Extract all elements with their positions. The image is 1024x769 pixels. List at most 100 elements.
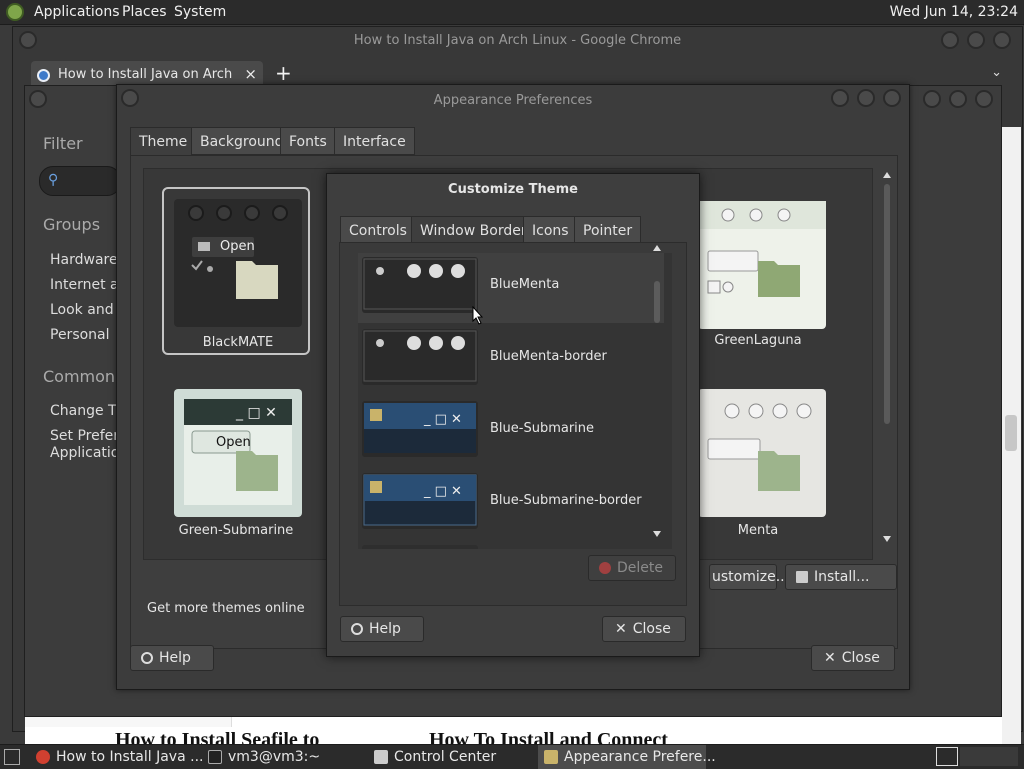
close-icon[interactable] <box>883 89 901 107</box>
common-task-change-theme[interactable]: Change Th <box>50 403 125 419</box>
help-icon <box>351 623 363 635</box>
customize-theme-dialog: Customize Theme Controls Window Border I… <box>326 173 700 657</box>
get-more-themes-link[interactable]: Get more themes online <box>147 601 305 616</box>
task-control-center[interactable]: Control Center <box>368 745 534 769</box>
border-list-scrollbar[interactable] <box>652 245 662 537</box>
window-menu-icon[interactable] <box>29 90 47 108</box>
tab-icons[interactable]: Icons <box>523 216 578 244</box>
places-menu[interactable]: Places <box>122 4 167 20</box>
close-label: Close <box>841 650 880 666</box>
theme-blackmate[interactable]: Open BlackMATE <box>162 187 310 355</box>
window-menu-icon[interactable] <box>19 31 37 49</box>
task-label: Appearance Prefere... <box>564 749 716 765</box>
group-look-and-feel[interactable]: Look and F <box>50 302 126 318</box>
groups-heading: Groups <box>43 215 101 234</box>
browser-tab-title: How to Install Java on Arch Lin <box>58 67 236 82</box>
mouse-pointer-icon <box>472 306 484 325</box>
terminal-icon <box>208 750 222 764</box>
window-border-panel: BlueMenta BlueMenta-border _ □ ✕ Blue-Su… <box>339 242 687 606</box>
minimize-icon[interactable] <box>923 90 941 108</box>
tab-pointer[interactable]: Pointer <box>574 216 642 244</box>
theme-green-submarine[interactable]: _ □ ✕ Open Green-Submarine <box>162 377 310 545</box>
system-menu[interactable]: System <box>174 4 226 20</box>
border-preview <box>362 545 478 549</box>
task-chrome[interactable]: How to Install Java ... <box>30 745 203 769</box>
customize-close-button[interactable]: ✕ Close <box>602 616 686 642</box>
theme-menta[interactable]: Menta <box>684 377 832 545</box>
show-desktop-icon[interactable] <box>4 749 20 765</box>
control-center-icon <box>374 750 388 764</box>
preview-open-label: Open <box>216 435 251 450</box>
appearance-icon <box>544 750 558 764</box>
svg-text:_ □ ✕: _ □ ✕ <box>235 405 277 421</box>
tab-close-icon[interactable]: × <box>244 65 257 83</box>
border-preview <box>362 329 478 385</box>
close-icon[interactable] <box>975 90 993 108</box>
customize-help-button[interactable]: Help <box>340 616 424 642</box>
close-icon[interactable] <box>993 31 1011 49</box>
theme-preview: _ □ ✕ Open <box>174 389 302 517</box>
preview-open-label: Open <box>220 239 255 254</box>
delete-label: Delete <box>617 560 663 576</box>
task-label: How to Install Java ... <box>56 749 204 765</box>
new-tab-button[interactable]: + <box>275 61 292 85</box>
border-bluementa-border[interactable]: BlueMenta-border <box>358 325 664 395</box>
workspace-switcher-2[interactable] <box>960 747 1018 766</box>
page-scrollbar-thumb[interactable] <box>1005 415 1017 451</box>
customize-button[interactable]: ustomize... <box>709 564 789 590</box>
install-button[interactable]: Install... <box>785 564 897 590</box>
minimize-icon[interactable] <box>941 31 959 49</box>
applications-menu[interactable]: Applications <box>34 4 120 20</box>
border-next-partial[interactable] <box>358 541 664 549</box>
theme-name: Green-Submarine <box>178 523 294 538</box>
theme-preview: Open <box>174 199 302 327</box>
border-name: BlueMenta <box>490 277 560 292</box>
tab-controls[interactable]: Controls <box>340 216 416 244</box>
clock[interactable]: Wed Jun 14, 23:24 <box>890 4 1018 20</box>
border-bluementa[interactable]: BlueMenta <box>358 253 664 323</box>
minimize-icon[interactable] <box>831 89 849 107</box>
close-button[interactable]: ✕ Close <box>811 645 895 671</box>
border-blue-submarine-border[interactable]: _ □ ✕ Blue-Submarine-border <box>358 469 664 539</box>
theme-name: BlackMATE <box>202 335 274 350</box>
tab-search-chevron-icon[interactable]: ⌄ <box>991 65 1002 80</box>
group-hardware[interactable]: Hardware <box>50 252 118 268</box>
install-label: Install... <box>814 569 870 585</box>
svg-text:_ □ ✕: _ □ ✕ <box>423 412 462 427</box>
top-panel: Applications Places System Wed Jun 14, 2… <box>0 0 1024 25</box>
taskbar: How to Install Java ... vm3@vm3:~ Contro… <box>0 744 1024 769</box>
customize-dialog-title: Customize Theme <box>448 182 578 197</box>
help-button[interactable]: Help <box>130 645 214 671</box>
close-label: Close <box>632 621 671 637</box>
theme-preview <box>698 201 826 329</box>
border-preview: _ □ ✕ <box>362 473 478 529</box>
tab-fonts[interactable]: Fonts <box>280 127 336 155</box>
maximize-icon[interactable] <box>857 89 875 107</box>
task-terminal[interactable]: vm3@vm3:~ <box>202 745 362 769</box>
tab-window-border[interactable]: Window Border <box>411 216 536 244</box>
help-label: Help <box>159 650 191 666</box>
install-icon <box>796 571 808 583</box>
search-icon: ⚲ <box>48 172 59 188</box>
task-appearance[interactable]: Appearance Prefere... <box>538 745 716 769</box>
close-x-icon: ✕ <box>824 650 836 666</box>
tab-interface[interactable]: Interface <box>334 127 415 155</box>
border-blue-submarine[interactable]: _ □ ✕ Blue-Submarine <box>358 397 664 467</box>
theme-preview <box>698 389 826 517</box>
workspace-switcher[interactable] <box>936 747 958 766</box>
window-border-list[interactable]: BlueMenta BlueMenta-border _ □ ✕ Blue-Su… <box>358 253 672 549</box>
delete-button[interactable]: Delete <box>588 555 676 581</box>
maximize-icon[interactable] <box>949 90 967 108</box>
svg-text:_ □ ✕: _ □ ✕ <box>423 484 462 499</box>
theme-grid-scrollbar[interactable] <box>883 172 891 542</box>
theme-name: GreenLaguna <box>714 333 802 348</box>
tab-theme[interactable]: Theme <box>130 127 197 155</box>
border-preview: _ □ ✕ <box>362 401 478 457</box>
border-name: BlueMenta-border <box>490 349 607 364</box>
maximize-icon[interactable] <box>967 31 985 49</box>
theme-greenlaguna[interactable]: GreenLaguna <box>684 187 832 355</box>
search-input[interactable]: ⚲ <box>39 166 121 196</box>
mate-logo-icon[interactable] <box>6 3 24 21</box>
group-personal[interactable]: Personal <box>50 327 110 343</box>
tab-background[interactable]: Background <box>191 127 293 155</box>
